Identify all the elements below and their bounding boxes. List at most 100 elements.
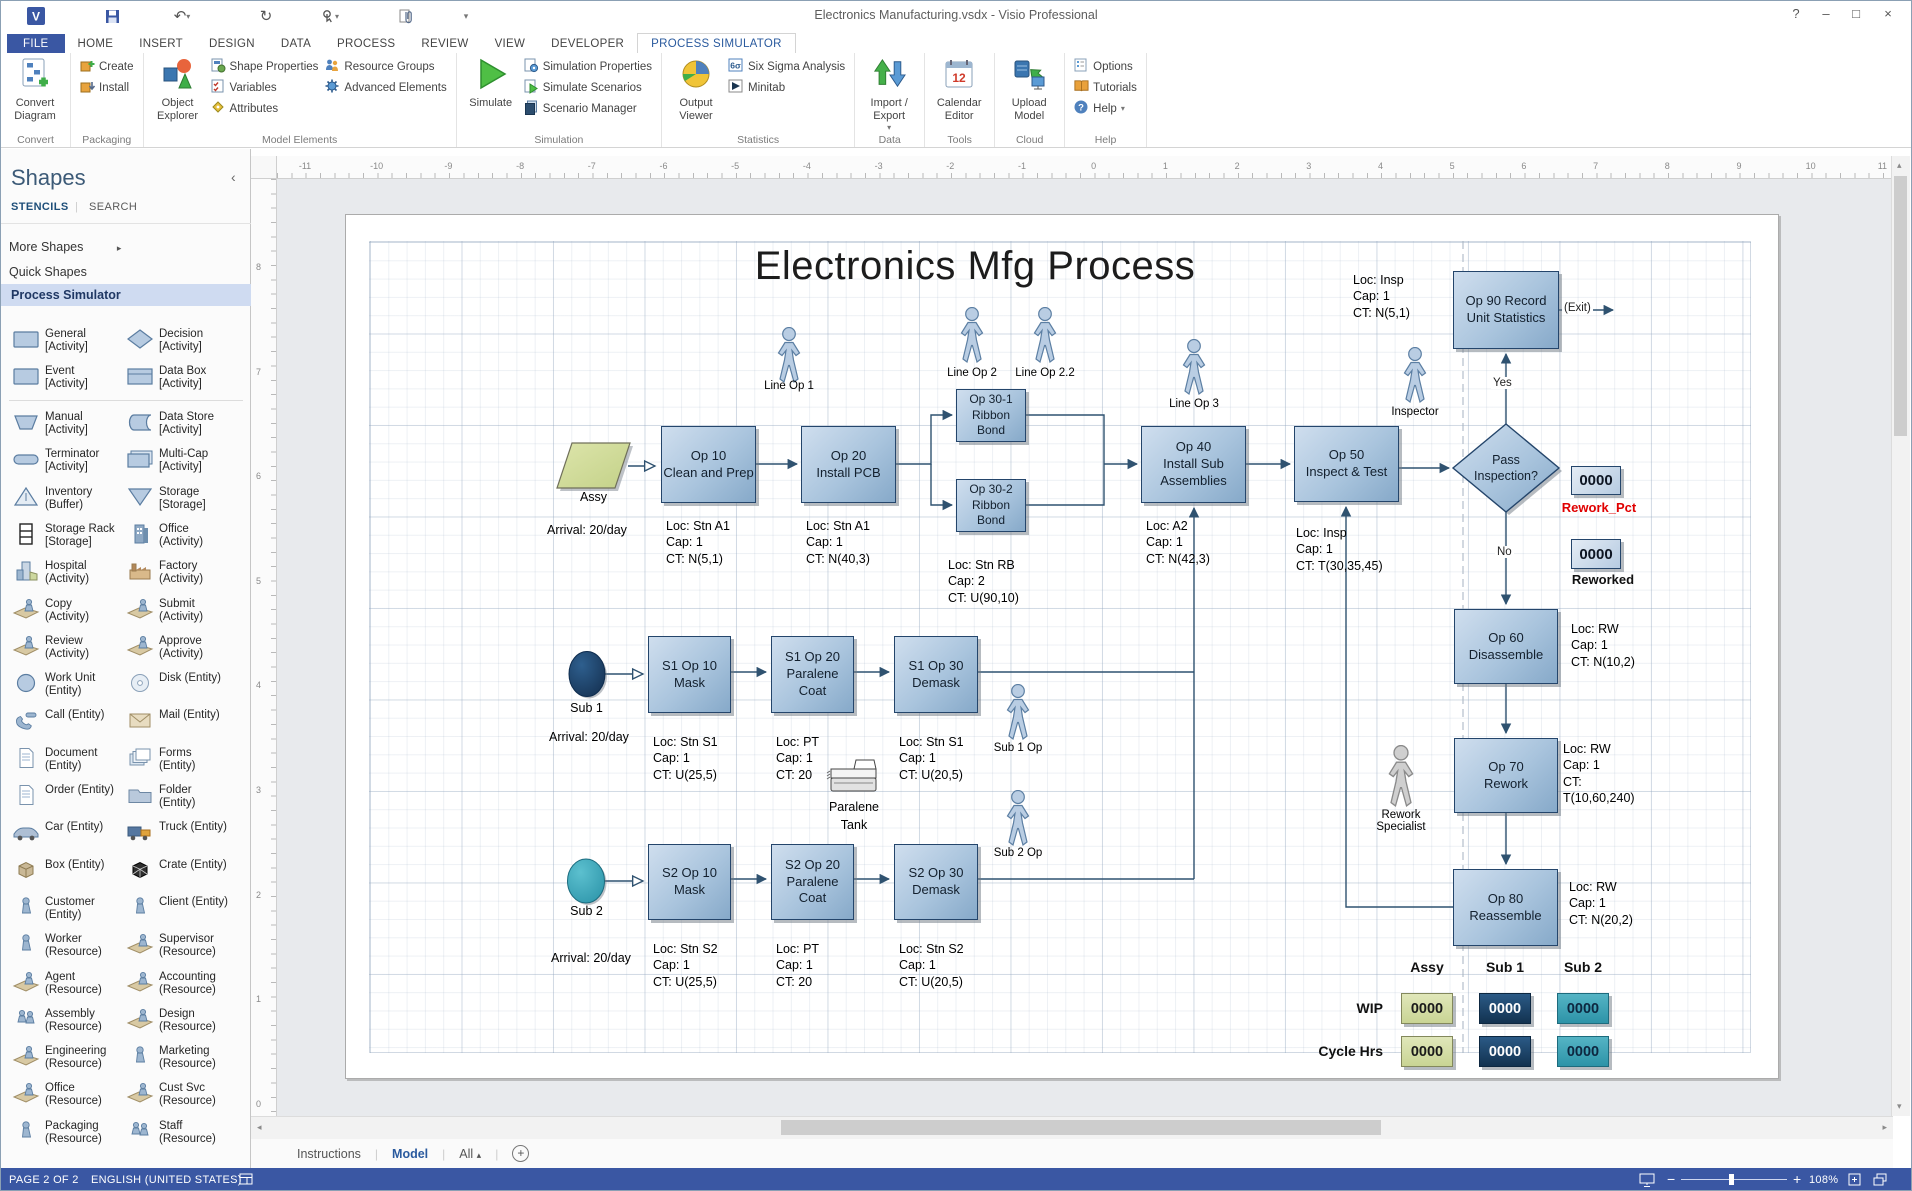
- variables-button[interactable]: Variables: [210, 79, 319, 96]
- resource-groups-button[interactable]: Resource Groups: [324, 58, 446, 75]
- diagram-title[interactable]: Electronics Mfg Process: [725, 244, 1225, 289]
- stencil-item-box-entity[interactable]: Box (Entity): [9, 857, 121, 891]
- flow-node-s1op20[interactable]: S1 Op 20 Paralene Coat: [771, 636, 854, 713]
- attributes-button[interactable]: Attributes: [210, 100, 319, 117]
- tutorials-button[interactable]: Tutorials: [1073, 79, 1137, 96]
- ribbon-tab-process[interactable]: PROCESS: [324, 34, 408, 53]
- stencil-item-submit-activity[interactable]: Submit (Activity): [123, 596, 235, 630]
- zoom-level[interactable]: 108%: [1809, 1174, 1838, 1186]
- stencil-item-factory-activity[interactable]: Factory (Activity): [123, 558, 235, 592]
- stencil-item-decision-activity[interactable]: Decision [Activity]: [123, 326, 235, 360]
- status-language[interactable]: ENGLISH (UNITED STATES): [91, 1174, 242, 1186]
- entity-label-sub2[interactable]: Sub 2: [564, 904, 609, 918]
- flow-node-pass[interactable]: Pass Inspection?: [1453, 446, 1559, 490]
- stats-value-wip-sub-2[interactable]: 0000: [1557, 993, 1609, 1024]
- stencil-item-client-entity[interactable]: Client (Entity): [123, 894, 235, 928]
- presentation-mode-icon[interactable]: [1639, 1173, 1655, 1190]
- stencil-item-data-store-activity[interactable]: Data Store [Activity]: [123, 409, 235, 443]
- more-shapes-item[interactable]: More Shapes ▸: [9, 240, 121, 254]
- ribbon-tab-data[interactable]: DATA: [268, 34, 324, 53]
- stencil-item-office-activity[interactable]: Office (Activity): [123, 521, 235, 555]
- stencil-item-event-activity[interactable]: Event [Activity]: [9, 363, 121, 397]
- stencil-item-manual-activity[interactable]: Manual [Activity]: [9, 409, 121, 443]
- data-box-rework-pct[interactable]: 0000: [1571, 466, 1621, 495]
- stencil-item-worker-resource[interactable]: Worker (Resource): [9, 931, 121, 965]
- flow-node-op302[interactable]: Op 30-2 Ribbon Bond: [956, 479, 1026, 532]
- collapse-panel-icon[interactable]: ‹: [231, 169, 236, 185]
- scroll-up-icon[interactable]: ▴: [1897, 160, 1902, 171]
- flow-node-s2op10[interactable]: S2 Op 10 Mask: [648, 844, 731, 920]
- entity-label-sub1[interactable]: Sub 1: [564, 701, 609, 715]
- zoom-in-button[interactable]: +: [1793, 1171, 1801, 1187]
- ribbon-tab-file[interactable]: FILE: [7, 34, 65, 53]
- ribbon-tab-home[interactable]: HOME: [65, 34, 127, 53]
- stencil-item-storage-rack-storage[interactable]: Storage Rack [Storage]: [9, 521, 121, 555]
- annotation[interactable]: Loc: RW Cap: 1 CT: N(20,2): [1569, 879, 1633, 928]
- data-box-label-rework-pct[interactable]: Rework_Pct: [1554, 500, 1644, 515]
- person-sub-2-op-icon[interactable]: [1001, 790, 1035, 846]
- stencil-item-storage-storage[interactable]: Storage [Storage]: [123, 484, 235, 518]
- annotation[interactable]: Arrival: 20/day: [549, 729, 629, 745]
- scenario-manager-button[interactable]: Scenario Manager: [523, 100, 652, 117]
- stats-value-wip-sub-1[interactable]: 0000: [1479, 993, 1531, 1024]
- stencil-item-car-entity[interactable]: Car (Entity): [9, 819, 121, 853]
- annotation[interactable]: Loc: A2 Cap: 1 CT: N(42,3): [1146, 518, 1210, 567]
- entity-label-assy[interactable]: Assy: [571, 490, 616, 504]
- simulate-scenarios-button[interactable]: Simulate Scenarios: [523, 79, 652, 96]
- stencil-item-call-entity[interactable]: Call (Entity): [9, 707, 121, 741]
- annotation[interactable]: Loc: Stn S1 Cap: 1 CT: U(20,5): [899, 734, 964, 783]
- person-sub-1-op-icon[interactable]: [1001, 684, 1035, 740]
- person-line-op-1-icon[interactable]: [772, 327, 806, 383]
- annotation[interactable]: Loc: RW Cap: 1 CT: T(10,60,240): [1563, 741, 1635, 806]
- flow-node-op301[interactable]: Op 30-1 Ribbon Bond: [956, 389, 1026, 442]
- stencil-item-document-entity[interactable]: Document (Entity): [9, 745, 121, 779]
- shape-properties-button[interactable]: Shape Properties: [210, 58, 319, 75]
- ribbon-tab-process-simulator[interactable]: PROCESS SIMULATOR: [637, 33, 796, 53]
- flow-node-op60[interactable]: Op 60 Disassemble: [1454, 609, 1558, 684]
- person-rework-specialist-icon[interactable]: [1382, 745, 1420, 807]
- stencil-item-terminator-activity[interactable]: Terminator [Activity]: [9, 446, 121, 480]
- tab-stencils[interactable]: STENCILS: [11, 201, 69, 213]
- zoom-out-button[interactable]: −: [1667, 1171, 1675, 1187]
- stencil-item-office-resource[interactable]: Office (Resource): [9, 1080, 121, 1114]
- output-viewer-button[interactable]: Output Viewer: [667, 55, 725, 123]
- page-tab-instructions[interactable]: Instructions: [283, 1147, 375, 1161]
- upload-model-button[interactable]: Upload Model: [1000, 55, 1058, 123]
- stats-value-cycle-hrs-sub-1[interactable]: 0000: [1479, 1036, 1531, 1067]
- flow-node-op80[interactable]: Op 80 Reassemble: [1453, 869, 1558, 946]
- stencil-item-supervisor-resource[interactable]: Supervisor (Resource): [123, 931, 235, 965]
- close-button[interactable]: ×: [1875, 3, 1901, 25]
- stencil-item-data-box-activity[interactable]: Data Box [Activity]: [123, 363, 235, 397]
- stencil-item-assembly-resource[interactable]: Assembly (Resource): [9, 1006, 121, 1040]
- object-explorer-button[interactable]: Object Explorer: [149, 55, 207, 123]
- stencil-item-cust-svc-resource[interactable]: Cust Svc (Resource): [123, 1080, 235, 1114]
- data-box-label-reworked[interactable]: Reworked: [1558, 572, 1648, 587]
- minitab-button[interactable]: Minitab: [728, 79, 845, 96]
- person-inspector-icon[interactable]: [1398, 347, 1432, 403]
- maximize-button[interactable]: □: [1843, 3, 1869, 25]
- vertical-scrollbar[interactable]: ▴ ▾: [1891, 156, 1910, 1116]
- stencil-item-truck-entity[interactable]: Truck (Entity): [123, 819, 235, 853]
- data-box-reworked[interactable]: 0000: [1571, 539, 1621, 569]
- stencil-item-inventory-buffer[interactable]: Inventory (Buffer): [9, 484, 121, 518]
- import-export-button[interactable]: Import / Export▾: [860, 55, 918, 132]
- flow-node-s1op10[interactable]: S1 Op 10 Mask: [648, 636, 731, 713]
- scroll-down-icon[interactable]: ▾: [1897, 1101, 1902, 1112]
- flow-node-op20[interactable]: Op 20 Install PCB: [801, 426, 896, 503]
- annotation[interactable]: Loc: Insp Cap: 1 CT: N(5,1): [1353, 272, 1410, 321]
- stencil-item-engineering-resource[interactable]: Engineering (Resource): [9, 1043, 121, 1077]
- quick-shapes-item[interactable]: Quick Shapes: [9, 265, 87, 279]
- stencil-item-work-unit-entity[interactable]: Work Unit (Entity): [9, 670, 121, 704]
- stencil-process-simulator[interactable]: Process Simulator: [1, 284, 251, 306]
- tab-search[interactable]: SEARCH: [89, 201, 137, 213]
- stencil-item-hospital-activity[interactable]: Hospital (Activity): [9, 558, 121, 592]
- person-line-op-2-icon[interactable]: [955, 307, 989, 363]
- create-button[interactable]: Create: [79, 58, 134, 75]
- stencil-item-approve-activity[interactable]: Approve (Activity): [123, 633, 235, 667]
- flow-node-op70[interactable]: Op 70 Rework: [1454, 738, 1558, 813]
- help-button[interactable]: ?: [1783, 3, 1809, 25]
- drawing-canvas[interactable]: [277, 179, 1893, 1116]
- annotation[interactable]: Loc: PT Cap: 1 CT: 20: [776, 734, 819, 783]
- ribbon-tab-review[interactable]: REVIEW: [408, 34, 481, 53]
- stencil-item-review-activity[interactable]: Review (Activity): [9, 633, 121, 667]
